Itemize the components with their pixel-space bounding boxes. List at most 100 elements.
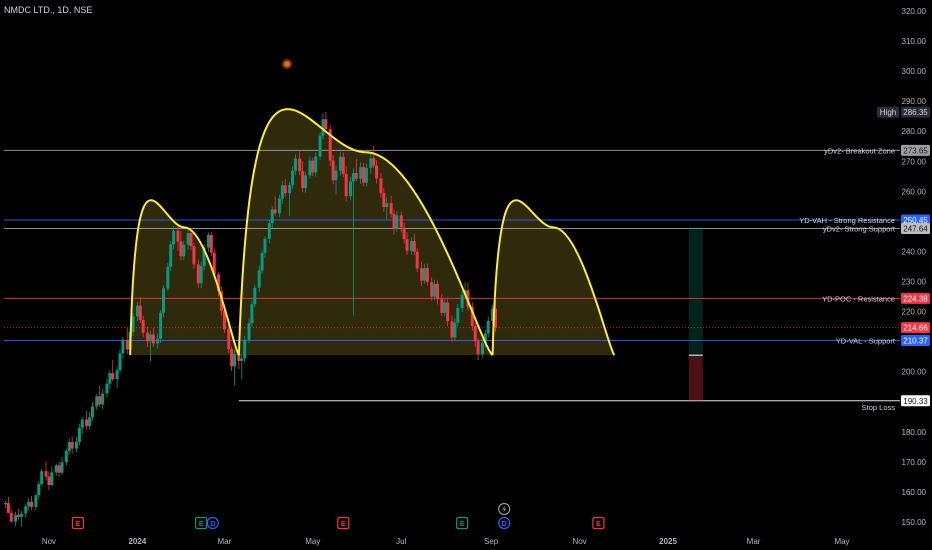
candle-body [250,304,254,323]
level-label: yDv2- Strong Support [823,224,896,233]
candle-body [476,341,480,355]
candle-body [54,465,58,473]
candle-body [179,241,183,257]
candle-body [311,160,315,173]
alert-dot-core [284,61,290,67]
candle-body [182,244,186,257]
candle-body [362,167,366,183]
candle-body [77,427,81,443]
level-price-text: 210.37 [903,337,928,346]
candle-body [402,227,406,240]
candle-body [324,119,328,130]
candle-body [301,171,305,189]
event-letter: E [76,521,81,528]
candle-body [331,160,335,181]
candle-body [44,471,48,477]
candle-body [460,294,464,308]
candle-body [227,329,231,350]
candle-body [186,233,190,245]
candle-body [156,338,160,344]
candle-body [409,240,413,251]
candle-body [395,215,399,229]
y-tick-label: 230.00 [902,278,927,287]
candle-body [85,419,89,427]
candle-body [121,339,125,354]
candle-body [405,239,409,251]
candle-body [436,283,440,300]
y-tick-label: 160.00 [902,488,927,497]
candle-body [453,322,457,338]
candle-body [415,251,419,269]
x-tick-label: Sep [484,537,499,546]
candle-body [34,495,38,507]
y-tick-label: 300.00 [902,67,927,76]
event-letter: E [199,521,204,528]
candle-body [111,373,115,380]
candle-body [318,135,322,157]
candle-body [389,203,393,215]
candle-body [40,471,44,485]
candle-body [118,353,122,371]
y-tick-label: 240.00 [902,247,927,256]
candle-body [240,358,244,361]
candle-body [199,266,203,284]
event-letter: D [502,521,507,528]
y-tick-label: 220.00 [902,308,927,317]
candle-body [196,264,200,284]
price-chart[interactable]: yDv2- Breakout ZoneYD-VAH - Strong Resis… [0,0,932,550]
x-tick-label: 2024 [128,537,146,546]
candle-body [230,349,234,367]
candle-body [95,396,99,407]
x-tick-label: May [305,537,320,546]
x-tick-label: Mar [217,537,231,546]
candle-body [247,322,251,340]
x-tick-label: Mar [747,537,761,546]
candle-body [67,442,71,452]
candle-body [57,465,61,473]
candle-body [70,442,74,449]
y-tick-label: 260.00 [902,187,927,196]
candle-body [433,283,437,297]
candle-body [430,282,434,297]
candle-body [209,234,213,253]
candle-body [392,214,396,229]
candle-body [450,321,454,338]
candle-body [379,178,383,194]
candle-body [420,268,424,281]
candle-body [257,270,261,288]
candle-body [291,170,295,186]
y-tick-label: 170.00 [902,458,927,467]
candle-body [369,158,373,168]
candle-body [3,503,7,505]
cup-pattern-fill [492,200,615,356]
candle-body [412,240,416,252]
candle-body [90,406,94,418]
candle-body [14,514,18,522]
candle-body [334,170,338,181]
candle-body [364,167,368,183]
candle-body [80,419,84,428]
high-price-text: 286.35 [903,108,928,117]
position-box [688,227,703,401]
cup-pattern-fill [238,109,493,356]
y-tick-label: 200.00 [902,368,927,377]
candle-body [473,326,477,342]
candle-body [443,302,447,313]
candle-body [159,312,163,339]
high-label: High [880,108,896,117]
candle-body [146,332,150,342]
candle-body [344,173,348,197]
candle-body [233,353,237,367]
candle-body [47,476,51,486]
level-label: YD-POC - Resistance [822,294,895,303]
candle-body [148,334,152,342]
price-axis-bg [900,0,932,550]
candle-body [351,173,355,182]
candle-body [115,370,119,380]
candle-body [298,158,302,172]
candle-body [64,451,68,463]
y-tick-label: 270.00 [902,157,927,166]
candle-body [372,158,376,166]
event-letter: E [596,521,601,528]
target-zone [688,227,703,356]
